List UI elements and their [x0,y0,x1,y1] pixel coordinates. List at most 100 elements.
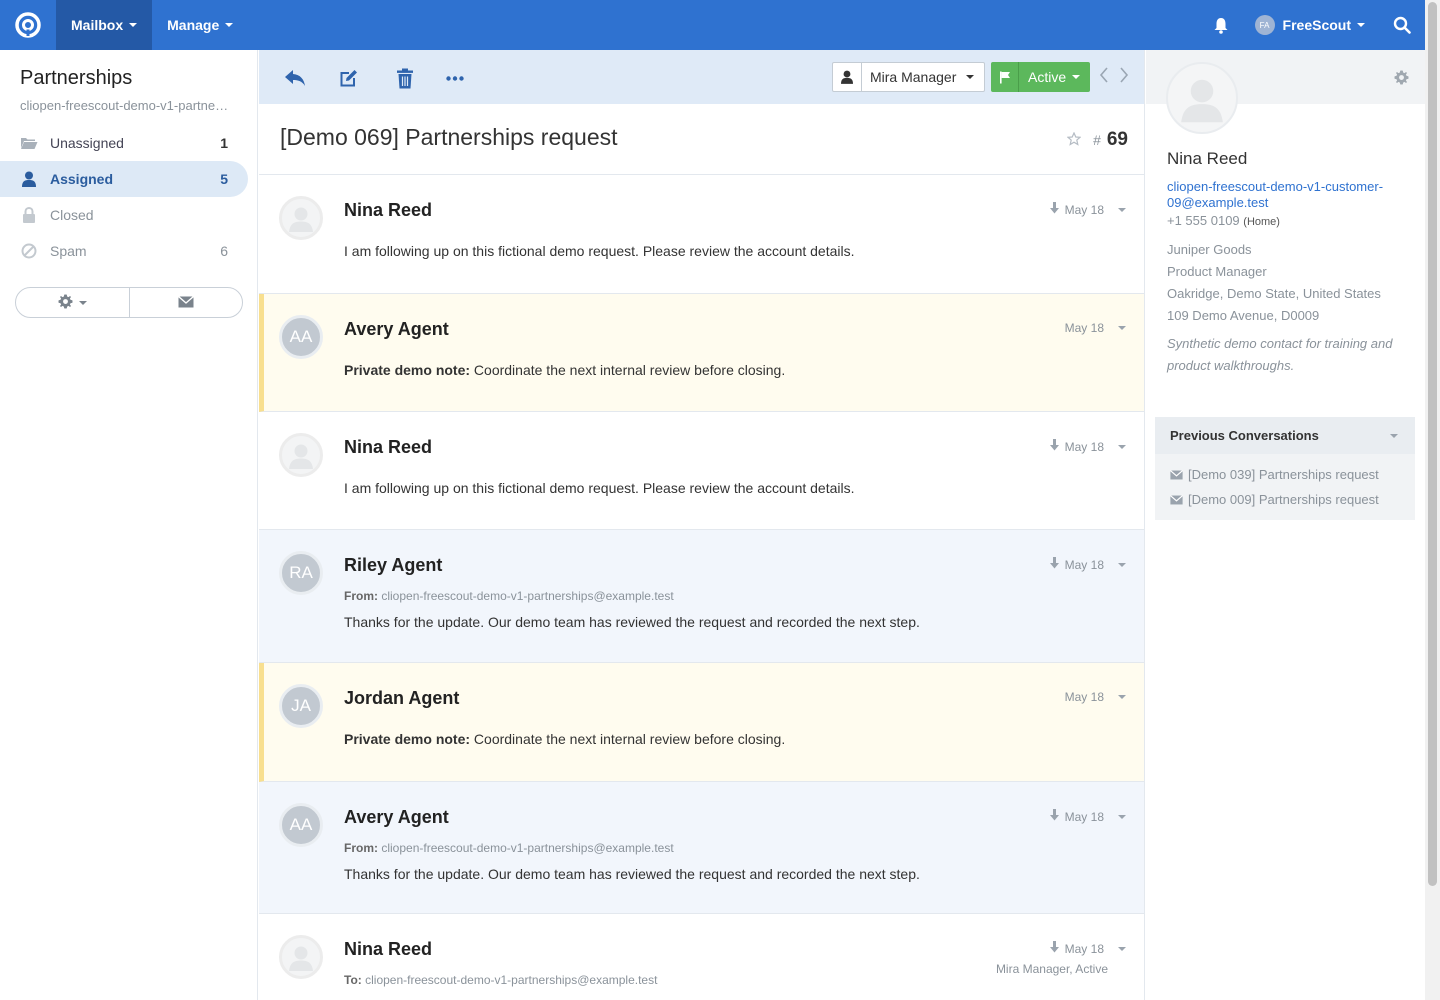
thread-from: From: cliopen-freescout-demo-v1-partners… [344,589,674,603]
previous-conversation-item[interactable]: [Demo 009] Partnerships request [1155,487,1415,512]
conversation-number: # 69 [1066,129,1128,151]
scrollbar-thumb[interactable] [1428,2,1437,886]
note-edit-icon[interactable] [337,66,361,90]
phone-type: (Home) [1243,216,1280,228]
thread-menu-icon[interactable] [1118,326,1126,330]
thread-body: I am following up on this fictional demo… [344,243,855,259]
assignee-dropdown[interactable]: Mira Manager [832,62,986,92]
folder-unassigned[interactable]: Unassigned 1 [0,125,248,161]
reply-icon[interactable] [283,66,307,90]
gear-icon[interactable] [1394,70,1409,88]
number-hash: # [1093,132,1101,148]
customer-name[interactable]: Nina Reed [1167,149,1247,169]
mailbox-title[interactable]: Partnerships [20,67,132,90]
thread-meta: May 18 [1065,321,1126,335]
nav-mailbox-menu[interactable]: Mailbox [56,0,153,50]
folder-assigned[interactable]: Assigned 5 [0,161,248,197]
mailbox-settings-button[interactable] [16,288,130,317]
arrow-down-icon [1049,439,1059,454]
gear-icon [58,293,73,312]
trash-icon[interactable] [393,66,417,90]
thread-author[interactable]: Avery Agent [344,807,449,828]
thread-menu-icon[interactable] [1118,562,1126,567]
avatar [279,433,323,477]
thread-author[interactable]: Nina Reed [344,437,432,458]
envelope-icon [1170,469,1183,480]
user-icon [833,63,862,91]
freescout-logo-icon[interactable] [0,0,56,50]
thread-author[interactable]: Jordan Agent [344,688,459,709]
nav-manage-menu[interactable]: Manage [152,0,248,50]
flag-icon [991,62,1019,92]
thread-item: Nina Reed May 18 I am following up on th… [259,412,1144,530]
arrow-down-icon [1049,557,1059,572]
thread-menu-icon[interactable] [1118,814,1126,819]
previous-conversation-subject: [Demo 039] Partnerships request [1188,467,1379,482]
thread-menu-icon[interactable] [1118,695,1126,699]
thread-body: Private demo note: Coordinate the next i… [344,731,785,747]
chevron-down-icon [78,300,87,305]
previous-conversation-item[interactable]: [Demo 039] Partnerships request [1155,462,1415,487]
user-avatar: FA [1254,15,1275,35]
previous-conversations-title: Previous Conversations [1170,428,1319,443]
folder-closed[interactable]: Closed [0,197,248,233]
chevron-right-icon[interactable] [1119,67,1129,86]
thread-menu-icon[interactable] [1118,946,1126,951]
customer-phone: +1 555 0109 (Home) [1167,213,1280,228]
thread-date: May 18 [1064,321,1104,335]
thread-body: I am following up on this fictional demo… [344,480,855,496]
status-label: Active [1028,69,1067,85]
thread-to: To: cliopen-freescout-demo-v1-partnershi… [344,973,657,987]
notifications-bell-icon[interactable] [1201,17,1241,34]
arrow-down-icon [1049,809,1059,824]
thread-author[interactable]: Avery Agent [344,319,449,340]
thread-author[interactable]: Nina Reed [344,939,432,960]
customer-job-title: Product Manager [1167,264,1267,279]
status-dropdown[interactable]: Active [991,62,1091,92]
note-label: Private demo note: [344,362,471,378]
chevron-down-icon[interactable] [1390,434,1398,438]
conversation-toolbar: Mira Manager Active [259,50,1144,104]
thread-item: JA Jordan Agent May 18 Private demo note… [259,663,1144,782]
conversation-panel: Mira Manager Active [Demo 069] Partnersh… [259,50,1145,1000]
customer-avatar[interactable] [1166,62,1238,134]
folder-label: Assigned [50,171,114,187]
customer-email[interactable]: cliopen-freescout-demo-v1-customer-09@ex… [1167,179,1407,211]
page-scrollbar[interactable] [1425,0,1440,1000]
note-text: Coordinate the next internal review befo… [470,731,786,747]
new-conversation-button[interactable] [130,288,243,317]
thread-item: RA Riley Agent May 18 From: cliopen-free… [259,530,1144,663]
previous-conversations-header[interactable]: Previous Conversations [1155,417,1415,454]
nav-mailbox-label: Mailbox [71,17,124,33]
thread-menu-icon[interactable] [1118,444,1126,449]
avatar: AA [279,803,323,847]
thread-author[interactable]: Nina Reed [344,200,432,221]
arrow-down-icon [1049,941,1059,956]
more-actions-icon[interactable] [443,66,467,90]
conversation-subject[interactable]: [Demo 069] Partnerships request [280,124,618,151]
star-icon[interactable] [1066,131,1082,149]
from-label: From: [344,589,378,603]
note-label: Private demo note: [344,731,471,747]
user-menu[interactable]: FA FreeScout [1241,15,1379,35]
chevron-down-icon [129,23,138,27]
customer-note: Synthetic demo contact for training and … [1167,336,1393,373]
thread-meta: May 18 [1049,809,1126,824]
user-name: FreeScout [1282,17,1351,33]
thread-author[interactable]: Riley Agent [344,555,442,576]
folder-count: 6 [220,243,228,259]
chevron-down-icon [1072,75,1081,79]
search-icon[interactable] [1379,16,1425,34]
folder-label: Unassigned [50,135,124,151]
avatar [279,935,323,979]
thread-menu-icon[interactable] [1118,207,1126,212]
thread-meta: May 18 [1049,557,1126,572]
folder-spam[interactable]: Spam 6 [0,233,248,269]
to-label: To: [344,973,362,987]
note-text: Coordinate the next internal review befo… [470,362,786,378]
avatar [279,196,323,240]
chevron-left-icon[interactable] [1099,67,1109,86]
thread-item: Nina Reed May 18 Mira Manager, Active To… [259,914,1144,1000]
thread-meta: May 18 [1065,690,1126,704]
thread-date: May 18 [1064,202,1104,217]
